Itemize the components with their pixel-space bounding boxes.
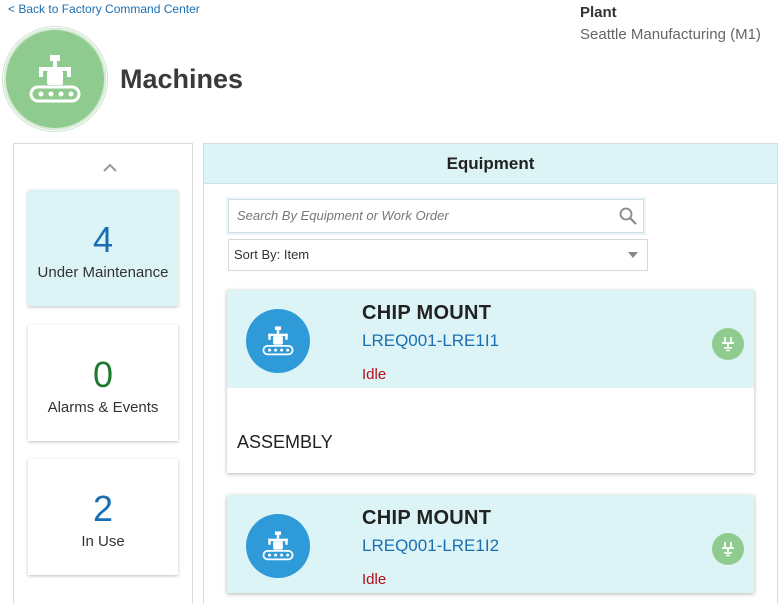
equipment-panel: Equipment Sort By: Item bbox=[203, 143, 778, 604]
equipment-card[interactable]: CHIP MOUNT LREQ001-LRE1I1 Idle ASSEMBLY bbox=[227, 290, 754, 473]
metric-label: Alarms & Events bbox=[47, 399, 159, 416]
equipment-name: CHIP MOUNT bbox=[362, 302, 492, 324]
ground-plug-icon bbox=[712, 533, 744, 565]
sort-label: Sort By: Item bbox=[234, 247, 310, 262]
plant-info: Plant Seattle Manufacturing (M1) bbox=[580, 4, 761, 43]
metric-value: 4 bbox=[92, 219, 114, 260]
machine-conveyor-icon bbox=[262, 326, 294, 356]
metric-value: 0 bbox=[92, 354, 114, 395]
plant-title: Plant bbox=[580, 4, 617, 21]
metric-alarms-events[interactable]: 0 Alarms & Events bbox=[28, 325, 178, 441]
equipment-card-body: ASSEMBLY bbox=[227, 388, 754, 473]
metrics-sidebar: 4 Under Maintenance 0 Alarms & Events 2 … bbox=[13, 143, 193, 604]
equipment-status: Idle bbox=[362, 366, 387, 383]
sort-select[interactable]: Sort By: Item bbox=[228, 239, 648, 271]
equipment-avatar bbox=[246, 514, 310, 578]
equipment-card-header: CHIP MOUNT LREQ001-LRE1I2 Idle bbox=[227, 495, 754, 593]
search-icon[interactable] bbox=[619, 207, 637, 225]
page-title: Machines bbox=[120, 64, 244, 94]
equipment-id-link[interactable]: LREQ001-LRE1I1 bbox=[362, 331, 499, 351]
metric-label: Under Maintenance bbox=[37, 264, 169, 281]
metric-under-maintenance[interactable]: 4 Under Maintenance bbox=[28, 190, 178, 306]
machines-avatar bbox=[2, 26, 108, 132]
equipment-status: Idle bbox=[362, 571, 387, 588]
metric-in-use[interactable]: 2 In Use bbox=[28, 459, 178, 575]
machine-conveyor-icon bbox=[262, 531, 294, 561]
equipment-name: CHIP MOUNT bbox=[362, 507, 492, 529]
search-input[interactable] bbox=[229, 200, 607, 230]
metric-value: 2 bbox=[92, 488, 114, 529]
metric-label: In Use bbox=[81, 533, 125, 550]
equipment-card[interactable]: CHIP MOUNT LREQ001-LRE1I2 Idle bbox=[227, 495, 754, 593]
chevron-up-icon[interactable] bbox=[102, 162, 118, 172]
equipment-avatar bbox=[246, 309, 310, 373]
equipment-card-header: CHIP MOUNT LREQ001-LRE1I1 Idle bbox=[227, 290, 754, 388]
search-box bbox=[228, 199, 644, 233]
equipment-department: ASSEMBLY bbox=[237, 432, 333, 452]
ground-plug-icon bbox=[712, 328, 744, 360]
caret-down-icon bbox=[628, 252, 638, 258]
back-link[interactable]: < Back to Factory Command Center bbox=[8, 2, 200, 16]
equipment-panel-title: Equipment bbox=[204, 144, 777, 184]
plant-name: Seattle Manufacturing (M1) bbox=[580, 26, 761, 43]
machine-conveyor-icon bbox=[29, 55, 81, 103]
equipment-id-link[interactable]: LREQ001-LRE1I2 bbox=[362, 536, 499, 556]
